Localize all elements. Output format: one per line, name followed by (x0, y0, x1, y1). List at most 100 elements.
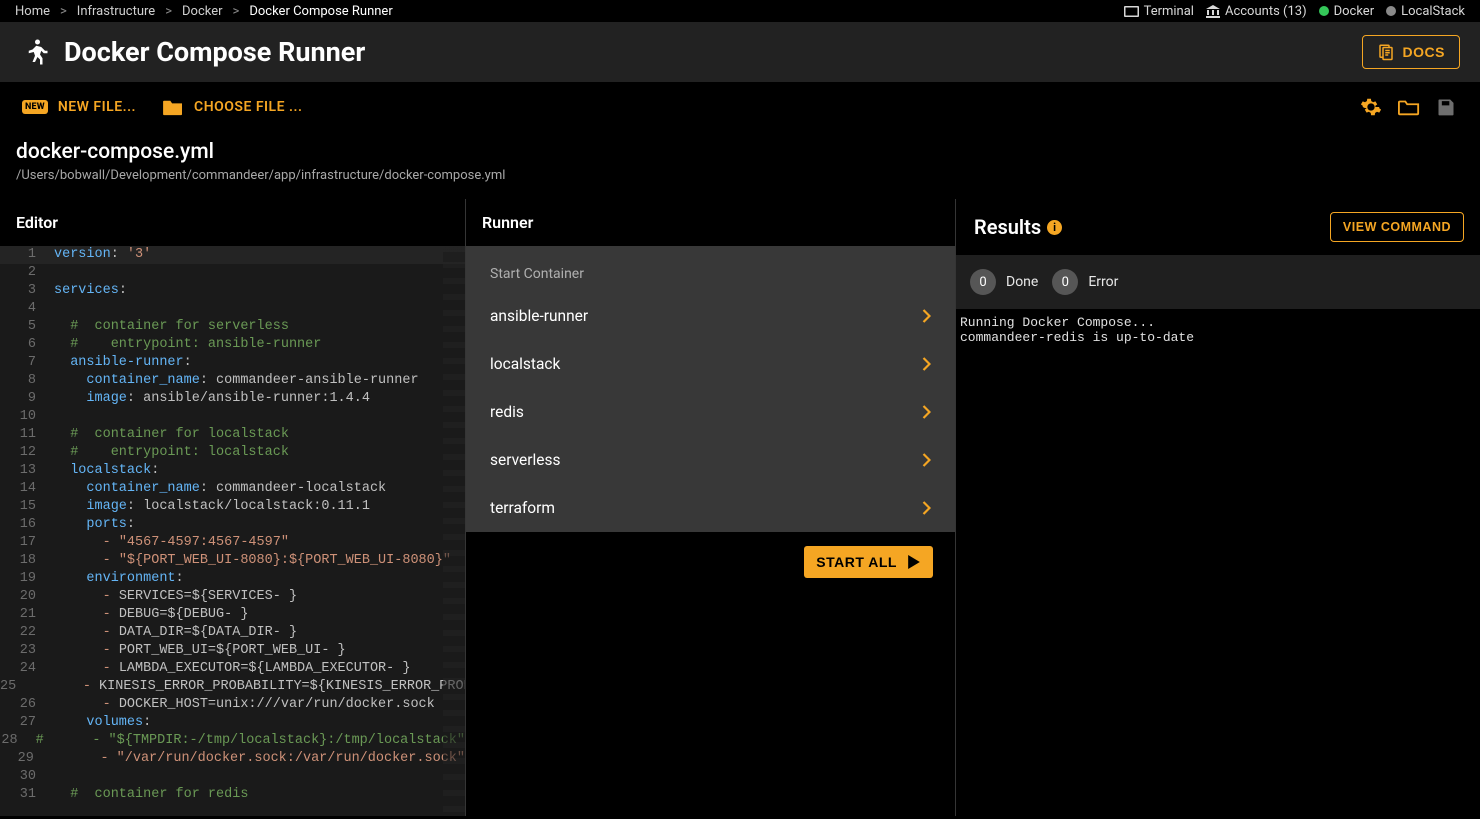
code-line[interactable]: 11 # container for localstack (0, 426, 465, 444)
code-line[interactable]: 19 environment: (0, 570, 465, 588)
line-number: 28 (0, 732, 28, 750)
line-number: 18 (0, 552, 46, 570)
line-number: 7 (0, 354, 46, 372)
gear-icon (1360, 96, 1382, 118)
code-line[interactable]: 4 (0, 300, 465, 318)
docs-icon (1377, 43, 1395, 61)
code-line[interactable]: 29 - "/var/run/docker.sock:/var/run/dock… (0, 750, 465, 768)
choose-file-button[interactable]: CHOOSE FILE ... (162, 98, 302, 116)
code-line[interactable]: 7 ansible-runner: (0, 354, 465, 372)
code-line[interactable]: 17 - "4567-4597:4567-4597" (0, 534, 465, 552)
status-localstack[interactable]: LocalStack (1386, 4, 1465, 19)
line-number: 25 (0, 678, 26, 696)
docs-button[interactable]: DOCS (1362, 35, 1460, 69)
code-line[interactable]: 26 - DOCKER_HOST=unix:///var/run/docker.… (0, 696, 465, 714)
save-button[interactable] (1436, 97, 1456, 117)
code-line[interactable]: 24 - LAMBDA_EXECUTOR=${LAMBDA_EXECUTOR- … (0, 660, 465, 678)
new-file-button[interactable]: NEW NEW FILE... (22, 99, 136, 115)
code-line[interactable]: 28# - "${TMPDIR:-/tmp/localstack}:/tmp/l… (0, 732, 465, 750)
code-line[interactable]: 10 (0, 408, 465, 426)
folder-icon (162, 98, 184, 116)
view-command-button[interactable]: VIEW COMMAND (1330, 212, 1464, 242)
start-all-button[interactable]: START ALL (804, 546, 933, 578)
breadcrumb: Home > Infrastructure > Docker > Docker … (15, 4, 393, 19)
line-number: 13 (0, 462, 46, 480)
line-number: 19 (0, 570, 46, 588)
code-line[interactable]: 8 container_name: commandeer-ansible-run… (0, 372, 465, 390)
chevron-right-icon (922, 309, 931, 323)
code-line[interactable]: 2 (0, 264, 465, 282)
info-icon[interactable]: i (1047, 220, 1062, 235)
code-line[interactable]: 31 # container for redis (0, 786, 465, 804)
code-line[interactable]: 1version: '3' (0, 246, 465, 264)
breadcrumb-infrastructure[interactable]: Infrastructure (77, 4, 155, 19)
code-line[interactable]: 30 (0, 768, 465, 786)
chevron-right-icon (922, 453, 931, 467)
code-line[interactable]: 12 # entrypoint: localstack (0, 444, 465, 462)
chevron-right-icon: > (165, 4, 172, 19)
chip-done[interactable]: 0 Done (970, 269, 1038, 295)
chip-done-count: 0 (970, 269, 996, 295)
code-line[interactable]: 20 - SERVICES=${SERVICES- } (0, 588, 465, 606)
line-number: 12 (0, 444, 46, 462)
status-docker-label: Docker (1334, 4, 1375, 19)
runner-item-localstack[interactable]: localstack (466, 340, 955, 388)
code-line[interactable]: 15 image: localstack/localstack:0.11.1 (0, 498, 465, 516)
runner-item-label: terraform (490, 499, 555, 517)
runner-item-serverless[interactable]: serverless (466, 436, 955, 484)
code-line[interactable]: 22 - DATA_DIR=${DATA_DIR- } (0, 624, 465, 642)
code-line[interactable]: 9 image: ansible/ansible-runner:1.4.4 (0, 390, 465, 408)
line-number: 15 (0, 498, 46, 516)
runner-item-label: serverless (490, 451, 560, 469)
code-line[interactable]: 21 - DEBUG=${DEBUG- } (0, 606, 465, 624)
runner-item-redis[interactable]: redis (466, 388, 955, 436)
runner-item-ansible-runner[interactable]: ansible-runner (466, 292, 955, 340)
start-all-label: START ALL (816, 554, 897, 570)
code-line[interactable]: 13 localstack: (0, 462, 465, 480)
breadcrumb-docker[interactable]: Docker (182, 4, 223, 19)
line-number: 11 (0, 426, 46, 444)
chip-error[interactable]: 0 Error (1052, 269, 1118, 295)
page-title: Docker Compose Runner (64, 36, 365, 68)
line-number: 4 (0, 300, 46, 318)
line-number: 5 (0, 318, 46, 336)
code-line[interactable]: 25 - KINESIS_ERROR_PROBABILITY=${KINESIS… (0, 678, 465, 696)
code-line[interactable]: 23 - PORT_WEB_UI=${PORT_WEB_UI- } (0, 642, 465, 660)
status-accounts-label: Accounts (13) (1225, 4, 1307, 19)
chip-error-count: 0 (1052, 269, 1078, 295)
status-terminal[interactable]: Terminal (1124, 4, 1194, 19)
status-dot-green-icon (1319, 6, 1329, 16)
editor-section-title: Editor (0, 199, 465, 246)
docs-button-label: DOCS (1403, 44, 1445, 60)
status-accounts[interactable]: Accounts (13) (1206, 4, 1307, 19)
chevron-right-icon (922, 357, 931, 371)
settings-button[interactable] (1360, 96, 1382, 118)
minimap[interactable] (443, 246, 465, 816)
status-localstack-label: LocalStack (1401, 4, 1465, 19)
line-number: 1 (0, 246, 46, 264)
code-editor[interactable]: 1version: '3'23services:45 # container f… (0, 246, 465, 816)
runner-item-terraform[interactable]: terraform (466, 484, 955, 532)
code-line[interactable]: 3services: (0, 282, 465, 300)
new-file-label: NEW FILE... (58, 99, 136, 115)
play-icon (907, 555, 921, 569)
code-line[interactable]: 6 # entrypoint: ansible-runner (0, 336, 465, 354)
code-line[interactable]: 14 container_name: commandeer-localstack (0, 480, 465, 498)
status-docker[interactable]: Docker (1319, 4, 1375, 19)
bank-icon (1206, 5, 1220, 18)
line-number: 14 (0, 480, 46, 498)
code-line[interactable]: 27 volumes: (0, 714, 465, 732)
chevron-right-icon: > (233, 4, 240, 19)
open-folder-button[interactable] (1398, 97, 1420, 117)
code-line[interactable]: 18 - "${PORT_WEB_UI-8080}:${PORT_WEB_UI-… (0, 552, 465, 570)
breadcrumb-home[interactable]: Home (15, 4, 50, 19)
runner-icon (20, 37, 50, 67)
code-line[interactable]: 16 ports: (0, 516, 465, 534)
chip-error-label: Error (1088, 274, 1118, 290)
new-badge-icon: NEW (22, 100, 48, 114)
chevron-right-icon: > (60, 4, 67, 19)
chip-done-label: Done (1006, 274, 1038, 290)
code-line[interactable]: 5 # container for serverless (0, 318, 465, 336)
file-name: docker-compose.yml (16, 140, 1464, 164)
line-number: 29 (0, 750, 44, 768)
